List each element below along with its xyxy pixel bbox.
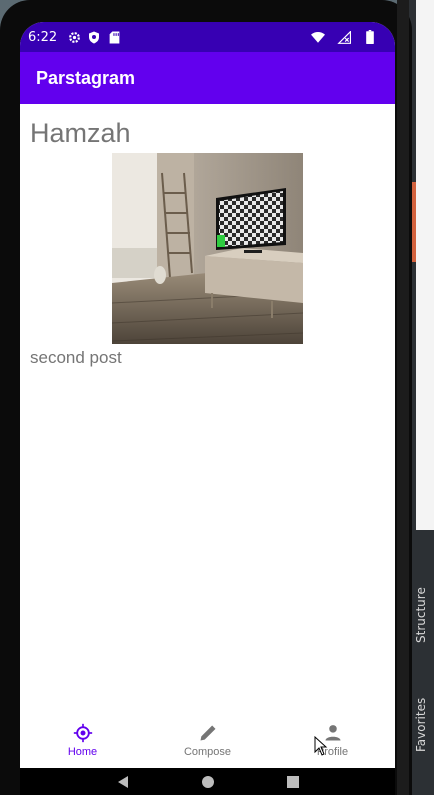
gear-icon	[67, 30, 81, 44]
app-title: Parstagram	[36, 67, 136, 88]
ide-editor-edge	[416, 0, 434, 530]
wifi-icon	[311, 30, 325, 44]
battery-icon	[363, 30, 377, 44]
nav-item-home[interactable]: Home	[20, 714, 145, 766]
status-bar: 6:22	[20, 22, 395, 52]
back-icon[interactable]	[116, 775, 130, 789]
app-bar: Parstagram	[20, 52, 395, 104]
mouse-cursor-icon	[314, 736, 328, 756]
no-signal-icon	[337, 30, 351, 44]
post-caption: second post	[30, 348, 122, 367]
post-image[interactable]	[112, 153, 303, 344]
pencil-icon	[197, 722, 219, 744]
post-feed[interactable]: Hamzah second post	[20, 104, 395, 714]
bottom-navigation: Home Compose Profile	[20, 714, 395, 766]
nav-label-home: Home	[67, 746, 98, 758]
phone-side-edge	[397, 0, 409, 795]
recents-square-icon[interactable]	[286, 775, 300, 789]
shield-icon	[87, 30, 101, 44]
phone-screen: 6:22 Parstagram Hamzah second post Home …	[20, 22, 395, 795]
post-username: Hamzah	[30, 118, 131, 148]
home-compass-icon	[72, 722, 94, 744]
status-right-group	[311, 30, 383, 44]
nav-item-compose[interactable]: Compose	[145, 714, 270, 766]
home-circle-icon[interactable]	[201, 775, 215, 789]
nav-item-profile[interactable]: Profile	[270, 714, 395, 766]
nav-label-compose: Compose	[183, 746, 232, 758]
system-navigation-bar	[20, 768, 395, 795]
status-time: 6:22	[28, 29, 58, 45]
sd-card-icon	[107, 30, 121, 44]
